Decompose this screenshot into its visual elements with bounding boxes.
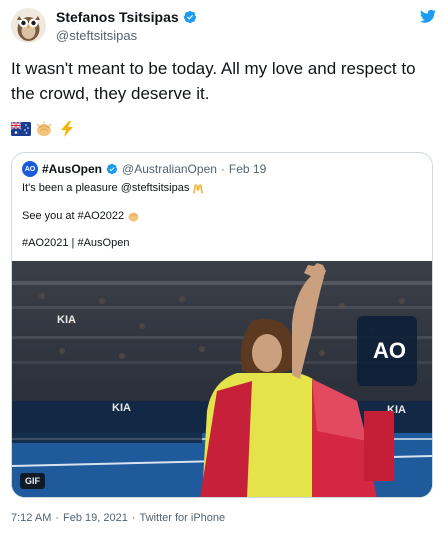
footer-separator-2: · [131,512,136,524]
quoted-line-3-text: #AO2021 | #AusOpen [22,237,130,249]
verified-badge-icon [106,163,118,175]
svg-text:KIA: KIA [112,402,131,414]
clapping-hands-icon [36,121,52,136]
author-display-name[interactable]: Stefanos Tsitsipas [56,9,179,25]
tweet-date-link[interactable]: Feb 19, 2021 [63,512,128,524]
tweet-text: It wasn't meant to be today. All my love… [11,59,416,103]
ao-logo-overlay: AO [373,338,406,363]
verified-badge-icon [183,10,196,24]
quoted-display-name[interactable]: #AusOpen [42,162,102,176]
quoted-line-2: See you at #AO2022 [22,210,140,222]
australia-flag-icon [11,121,31,136]
footer-separator-1: · [55,512,60,524]
lightning-icon [61,121,73,137]
gif-badge: GIF [20,473,45,489]
emoji-row [11,121,77,137]
tweet-source-link[interactable]: Twitter for iPhone [140,512,226,524]
raising-hands-icon [193,184,204,194]
quoted-tweet[interactable]: AO #AusOpen @AustralianOpen · Feb 19 It'… [11,152,433,498]
quoted-handle[interactable]: @AustralianOpen [122,162,217,176]
quoted-tweet-header: AO #AusOpen @AustralianOpen · Feb 19 [22,161,266,177]
author-avatar[interactable] [11,8,46,43]
clapping-hands-icon [128,212,139,222]
quoted-separator: · [220,162,225,176]
quoted-line-1: It's been a pleasure @steftsitsipas [22,182,204,194]
tennis-player-gif-image: KIA KIA KIA AO [12,261,432,497]
author-info: Stefanos Tsitsipas @steftsitsipas [56,8,197,43]
svg-text:KIA: KIA [57,314,76,326]
tweet-card: Stefanos Tsitsipas @steftsitsipas It was… [0,0,446,536]
quoted-media-gif[interactable]: KIA KIA KIA AO GIF [12,261,432,497]
quoted-line-2-text: See you at #AO2022 [22,210,125,222]
author-handle[interactable]: @steftsitsipas [56,28,197,43]
owl-avatar-icon [11,8,46,43]
quoted-avatar[interactable]: AO [22,161,38,177]
twitter-bird-icon[interactable] [418,8,438,26]
quoted-date[interactable]: Feb 19 [229,162,266,176]
tweet-footer: 7:12 AM · Feb 19, 2021 · Twitter for iPh… [11,512,225,524]
quoted-line-1-text: It's been a pleasure @steftsitsipas [22,182,190,194]
tweet-time-link[interactable]: 7:12 AM [11,512,51,524]
quoted-line-3: #AO2021 | #AusOpen [22,237,129,249]
